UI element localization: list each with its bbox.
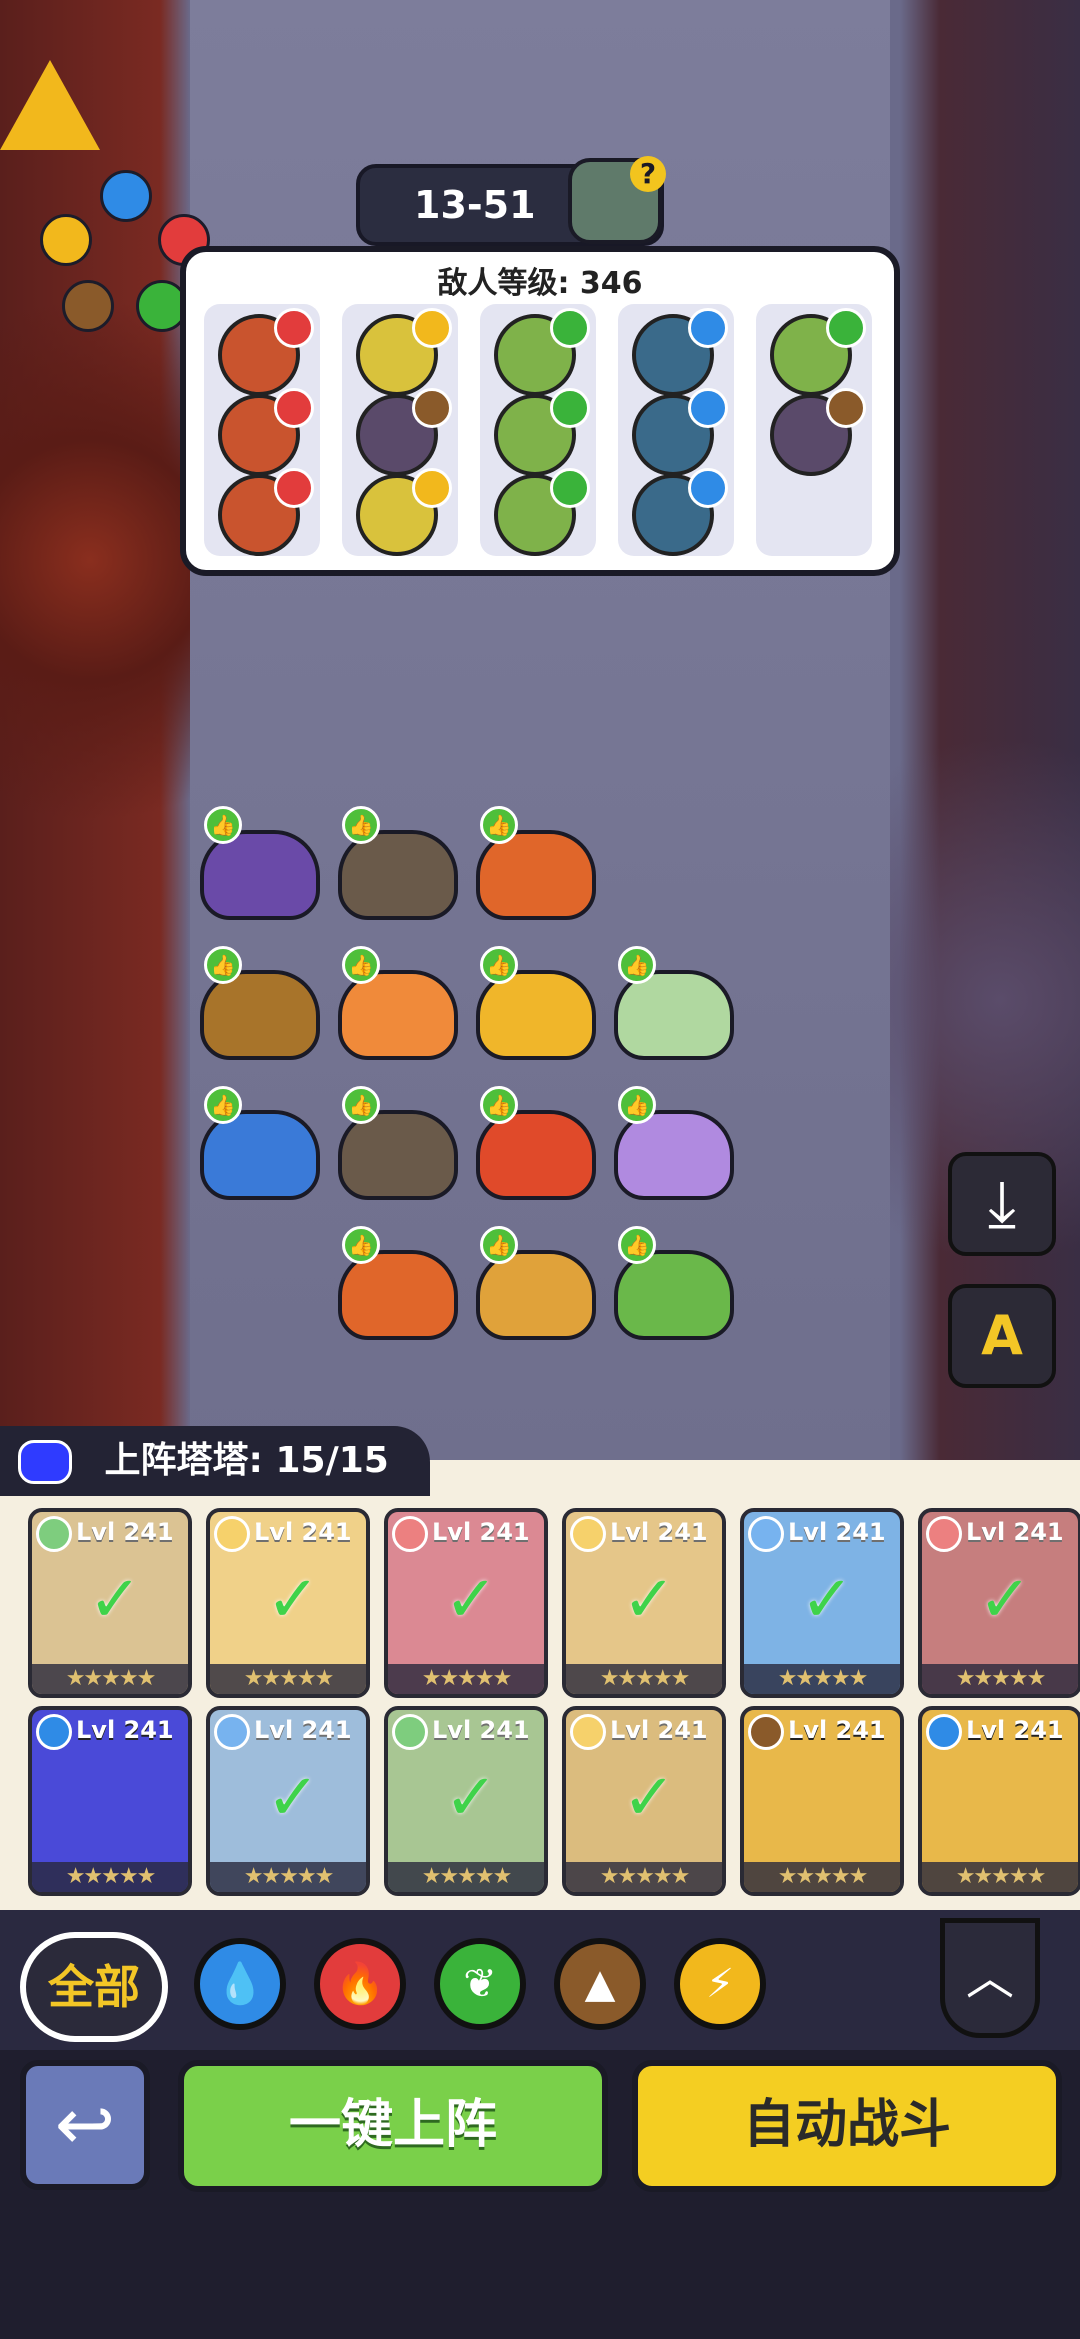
check-icon: ✓ — [266, 1761, 320, 1835]
water-icon — [688, 388, 728, 428]
enemy-panel: 敌人等级: 346 — [180, 246, 900, 576]
check-icon: ✓ — [800, 1563, 854, 1637]
card-stars: ★★★★★ — [922, 1862, 1078, 1892]
thumbs-up-icon: 👍 — [480, 806, 518, 844]
light-icon — [412, 468, 452, 508]
card-stars: ★★★★★ — [32, 1664, 188, 1694]
light-icon — [40, 214, 92, 266]
thumbs-up-icon: 👍 — [204, 806, 242, 844]
enemy-level: 敌人等级: 346 — [437, 266, 643, 301]
thumbs-up-icon: 👍 — [480, 1226, 518, 1264]
enemy-column — [204, 304, 320, 556]
check-icon: ✓ — [622, 1563, 676, 1637]
back-button[interactable]: ↩ — [20, 2060, 150, 2190]
filter-earth-button[interactable]: ▲ — [554, 1938, 646, 2030]
thumbs-up-icon: 👍 — [342, 1226, 380, 1264]
check-icon: ✓ — [444, 1563, 498, 1637]
fire-icon — [274, 468, 314, 508]
card-stars: ★★★★★ — [388, 1862, 544, 1892]
enemy-column — [342, 304, 458, 556]
thumbs-up-icon: 👍 — [618, 1086, 656, 1124]
auto-battle-button[interactable]: 自动战斗 — [632, 2060, 1062, 2192]
boss-icon[interactable]: ? — [568, 156, 666, 244]
water-icon — [100, 170, 152, 222]
check-icon: ✓ — [622, 1761, 676, 1835]
light-icon — [412, 308, 452, 348]
card-stars: ★★★★★ — [566, 1862, 722, 1892]
card-stars: ★★★★★ — [210, 1862, 366, 1892]
earth-icon — [62, 280, 114, 332]
auto-settings-button[interactable]: A — [948, 1284, 1056, 1388]
water-icon — [36, 1714, 72, 1750]
warning-icon — [0, 60, 100, 150]
check-icon: ✓ — [978, 1563, 1032, 1637]
leaf-icon — [826, 308, 866, 348]
water-icon — [688, 308, 728, 348]
filter-water-button[interactable]: 💧 — [194, 1938, 286, 2030]
card-level: Lvl 241 — [788, 1716, 886, 1744]
water-icon — [688, 468, 728, 508]
monster-card[interactable]: Lvl 241 ✓ ★★★★★ — [206, 1508, 370, 1698]
check-icon: ✓ — [88, 1563, 142, 1637]
card-stars: ★★★★★ — [210, 1664, 366, 1694]
thumbs-up-icon: 👍 — [480, 946, 518, 984]
filter-light-button[interactable]: ⚡ — [674, 1938, 766, 2030]
cat-icon — [18, 1440, 72, 1484]
earth-icon — [826, 388, 866, 428]
enemy-column — [756, 304, 872, 556]
monster-card[interactable]: Lvl 241 ✓ ★★★★★ — [206, 1706, 370, 1896]
one-key-deploy-button[interactable]: 一键上阵 — [178, 2060, 608, 2192]
thumbs-up-icon: 👍 — [204, 1086, 242, 1124]
filter-leaf-button[interactable]: ❦ — [434, 1938, 526, 2030]
card-stars: ★★★★★ — [32, 1862, 188, 1892]
monster-card[interactable]: Lvl 241 ✓ ★★★★★ — [562, 1508, 726, 1698]
card-level: Lvl 241 — [966, 1716, 1064, 1744]
monster-card[interactable]: Lvl 241 ★★★★★ — [918, 1706, 1080, 1896]
thumbs-up-icon: 👍 — [618, 1226, 656, 1264]
monster-card[interactable]: Lvl 241 ★★★★★ — [28, 1706, 192, 1896]
monster-card[interactable]: Lvl 241 ✓ ★★★★★ — [384, 1706, 548, 1896]
thumbs-up-icon: 👍 — [618, 946, 656, 984]
thumbs-up-icon: 👍 — [342, 1086, 380, 1124]
leaf-icon — [550, 308, 590, 348]
card-stars: ★★★★★ — [388, 1664, 544, 1694]
earth-icon — [748, 1714, 784, 1750]
enemy-column — [480, 304, 596, 556]
collapse-button[interactable]: ︿ — [940, 1918, 1040, 2038]
earth-icon — [412, 388, 452, 428]
leaf-icon — [550, 468, 590, 508]
check-icon: ✓ — [266, 1563, 320, 1637]
monster-card[interactable]: Lvl 241 ✓ ★★★★★ — [918, 1508, 1080, 1698]
monster-card[interactable]: Lvl 241 ✓ ★★★★★ — [384, 1508, 548, 1698]
card-stars: ★★★★★ — [566, 1664, 722, 1694]
thumbs-up-icon: 👍 — [480, 1086, 518, 1124]
monster-card[interactable]: Lvl 241 ✓ ★★★★★ — [740, 1508, 904, 1698]
fire-icon — [274, 388, 314, 428]
download-button[interactable]: ⤓ — [948, 1152, 1056, 1256]
card-stars: ★★★★★ — [744, 1862, 900, 1892]
card-stars: ★★★★★ — [922, 1664, 1078, 1694]
leaf-icon — [550, 388, 590, 428]
water-icon — [926, 1714, 962, 1750]
card-level: Lvl 241 — [76, 1716, 174, 1744]
monster-card[interactable]: Lvl 241 ✓ ★★★★★ — [562, 1706, 726, 1896]
roster-count: 上阵塔塔: 15/15 — [104, 1440, 389, 1481]
filter-all-button[interactable]: 全部 — [20, 1932, 168, 2042]
monster-card[interactable]: Lvl 241 ★★★★★ — [740, 1706, 904, 1896]
thumbs-up-icon: 👍 — [342, 806, 380, 844]
filter-fire-button[interactable]: 🔥 — [314, 1938, 406, 2030]
check-icon: ✓ — [444, 1761, 498, 1835]
thumbs-up-icon: 👍 — [342, 946, 380, 984]
card-stars: ★★★★★ — [744, 1664, 900, 1694]
thumbs-up-icon: 👍 — [204, 946, 242, 984]
roster-tab: 上阵塔塔: 15/15 — [0, 1426, 430, 1496]
monster-card[interactable]: Lvl 241 ✓ ★★★★★ — [28, 1508, 192, 1698]
fire-icon — [274, 308, 314, 348]
enemy-column — [618, 304, 734, 556]
